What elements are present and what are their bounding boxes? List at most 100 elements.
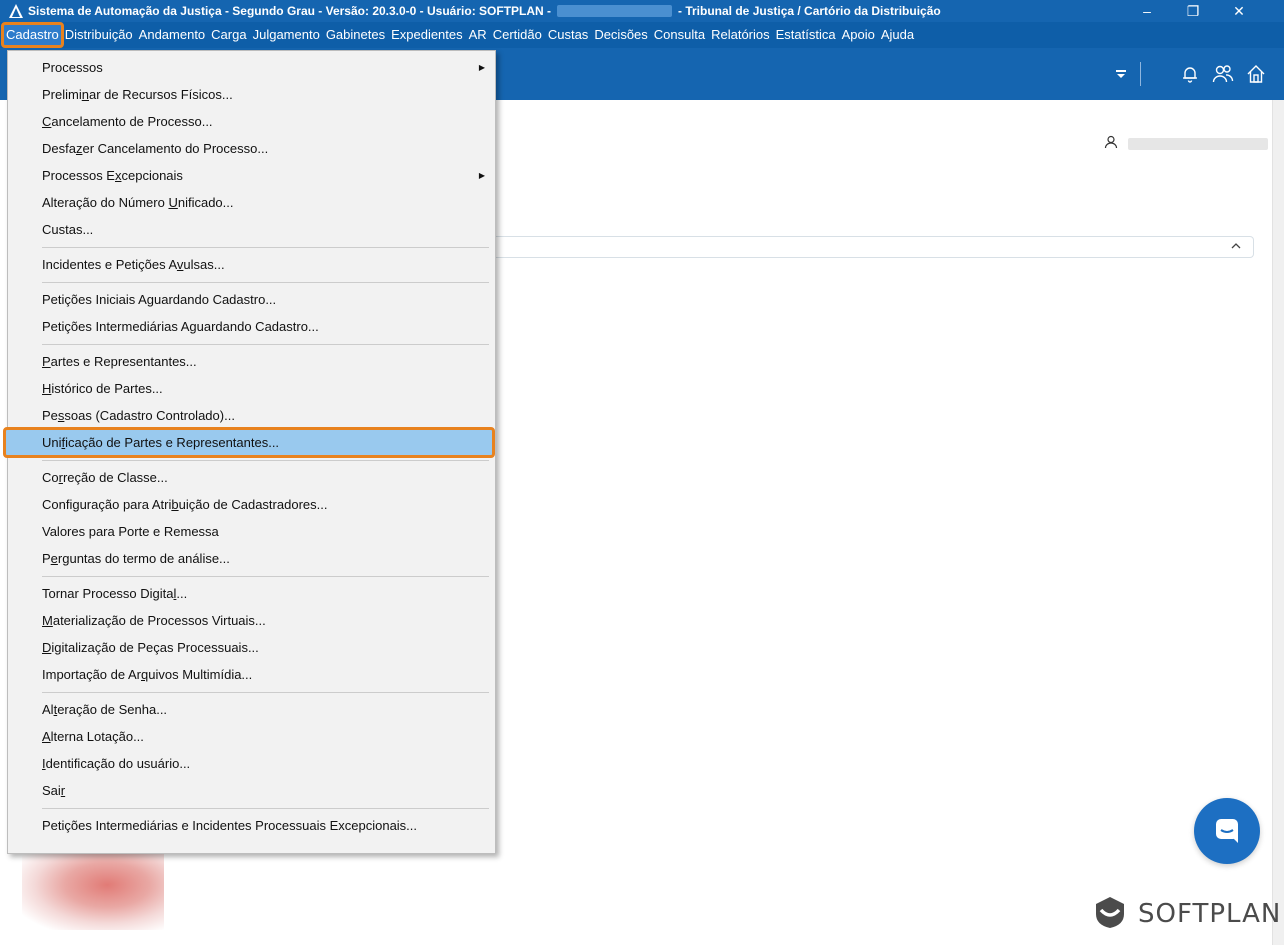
menu-separator — [42, 576, 489, 577]
maximize-button[interactable]: ❐ — [1170, 0, 1216, 22]
dropdown-item-label: Custas... — [42, 222, 94, 237]
dropdown-item-label-rest: ancelamento de Processo... — [51, 114, 213, 129]
submenu-arrow-icon: ▶ — [478, 63, 485, 72]
menu-relatorios[interactable]: Relatórios — [708, 24, 773, 46]
dropdown-item[interactable]: Valores para Porte e Remessa — [8, 518, 495, 545]
dropdown-item-label: Incidentes e Petições A — [42, 257, 177, 272]
dropdown-item-label-rest: rguntas do termo de análise... — [57, 551, 230, 566]
filter-icon[interactable] — [1109, 62, 1133, 86]
chevron-up-icon[interactable] — [1229, 239, 1243, 256]
dropdown-item-accelerator: H — [42, 381, 52, 396]
dropdown-item[interactable]: Custas... — [8, 216, 495, 243]
dropdown-item-label-rest: reção de Classe... — [62, 470, 168, 485]
dropdown-item-accelerator: g — [146, 292, 155, 307]
dropdown-item[interactable]: Cancelamento de Processo... — [8, 108, 495, 135]
dropdown-item[interactable]: Tornar Processo Digital... — [8, 580, 495, 607]
menu-custas[interactable]: Custas — [545, 24, 591, 46]
menu-certidao[interactable]: Certidão — [490, 24, 545, 46]
dropdown-item[interactable]: Preliminar de Recursos Físicos... — [8, 81, 495, 108]
dropdown-item[interactable]: Petições Intermediárias Aguardando Cadas… — [8, 313, 495, 340]
dropdown-item[interactable]: Alteração do Número Unificado... — [8, 189, 495, 216]
menu-separator — [42, 247, 489, 248]
window-titlebar: Sistema de Automação da Justiça - Segund… — [0, 0, 1284, 22]
menu-andamento[interactable]: Andamento — [136, 24, 209, 46]
home-icon[interactable] — [1244, 62, 1268, 86]
dropdown-item[interactable]: Sair — [8, 777, 495, 804]
menu-separator — [42, 460, 489, 461]
dropdown-item-label-rest: artes e Representantes... — [50, 354, 197, 369]
dropdown-item[interactable]: Incidentes e Petições Avulsas... — [8, 251, 495, 278]
dropdown-item-label-rest: uardando Cadastro... — [154, 292, 277, 307]
menu-separator — [42, 282, 489, 283]
bell-icon[interactable] — [1178, 62, 1202, 86]
menu-estatistica[interactable]: Estatística — [773, 24, 839, 46]
window-title-court: - Tribunal de Justiça / Cartório da Dist… — [678, 4, 941, 18]
menu-carga[interactable]: Carga — [208, 24, 249, 46]
dropdown-item-label: Petições Intermediárias Aguardando Cadas… — [42, 319, 319, 334]
toolbar-divider — [1140, 62, 1141, 86]
dropdown-item[interactable]: Pessoas (Cadastro Controlado)... — [8, 402, 495, 429]
dropdown-item[interactable]: Configuração para Atribuição de Cadastra… — [8, 491, 495, 518]
dropdown-item-label: P — [42, 551, 51, 566]
dropdown-item[interactable]: Petições Intermediárias e Incidentes Pro… — [8, 812, 495, 839]
dropdown-item[interactable]: Identificação do usuário... — [8, 750, 495, 777]
chat-button[interactable] — [1194, 798, 1260, 864]
dropdown-item[interactable]: Digitalização de Peças Processuais... — [8, 634, 495, 661]
menu-cadastro[interactable]: Cadastro — [1, 22, 64, 48]
dropdown-item[interactable]: Histórico de Partes... — [8, 375, 495, 402]
dropdown-item-accelerator: n — [81, 87, 89, 102]
dropdown-item-label: Prelimi — [42, 87, 82, 102]
dropdown-item[interactable]: Materialização de Processos Virtuais... — [8, 607, 495, 634]
vertical-scrollbar[interactable] — [1272, 100, 1284, 945]
dropdown-item[interactable]: Partes e Representantes... — [8, 348, 495, 375]
dropdown-item[interactable]: Importação de Arquivos Multimídia... — [8, 661, 495, 688]
dropdown-item[interactable]: Alterna Lotação... — [8, 723, 495, 750]
dropdown-item-label: Co — [42, 470, 59, 485]
dropdown-item-accelerator: C — [42, 114, 52, 129]
menu-decisoes[interactable]: Decisões — [591, 24, 650, 46]
dropdown-item-accelerator: e — [50, 551, 58, 566]
dropdown-item[interactable]: Perguntas do termo de análise... — [8, 545, 495, 572]
minimize-button[interactable]: – — [1124, 0, 1170, 22]
dropdown-item-label-rest: dentificação do usuário... — [45, 756, 191, 771]
redacted-user-name — [1128, 137, 1268, 150]
dropdown-item-label-rest: er Cancelamento do Processo... — [82, 141, 269, 156]
submenu-arrow-icon: ▶ — [478, 171, 485, 180]
dropdown-item-label-rest: ... — [176, 586, 188, 601]
users-icon[interactable] — [1211, 62, 1235, 86]
dropdown-item[interactable]: Processos Excepcionais ▶ — [8, 162, 495, 189]
close-button[interactable]: ✕ — [1216, 0, 1262, 22]
dropdown-item-label-rest: ulsas... — [183, 257, 225, 272]
dropdown-item-label-rest: lterna Lotação... — [50, 729, 144, 744]
dropdown-item-label: Pe — [42, 408, 58, 423]
dropdown-item-label-rest: soas (Cadastro Controlado)... — [64, 408, 235, 423]
blurred-image — [22, 848, 164, 930]
menu-ajuda[interactable]: Ajuda — [878, 24, 917, 46]
menu-separator — [42, 344, 489, 345]
cadastro-dropdown-menu: Processos ▶ Preliminar de Recursos Físicos… — [3, 50, 496, 854]
menu-distribuicao[interactable]: Distribuição — [62, 24, 136, 46]
dropdown-item-label-rest: nificado... — [177, 195, 234, 210]
dropdown-item[interactable]: Processos ▶ — [8, 54, 495, 81]
window-title: Sistema de Automação da Justiça - Segund… — [28, 4, 552, 18]
menu-gabinetes[interactable]: Gabinetes — [323, 24, 388, 46]
softplan-logo: SOFTPLAN — [1090, 892, 1281, 935]
dropdown-item[interactable]: Alteração de Senha... — [8, 696, 495, 723]
dropdown-item-label: Sai — [42, 783, 61, 798]
dropdown-item[interactable]: Correção de Classe... — [8, 464, 495, 491]
dropdown-item-label: Desfa — [42, 141, 76, 156]
user-icon — [1104, 135, 1118, 152]
dropdown-item-accelerator: r — [60, 783, 66, 798]
dropdown-item-label-rest: uição de Cadastradores... — [178, 497, 328, 512]
dropdown-item[interactable]: Petições Iniciais Aguardando Cadastro... — [8, 286, 495, 313]
menu-expedientes[interactable]: Expedientes — [388, 24, 466, 46]
menu-ar[interactable]: AR — [466, 24, 490, 46]
menu-apoio[interactable]: Apoio — [839, 24, 878, 46]
app-logo-icon — [8, 3, 24, 19]
menu-julgamento[interactable]: Julgamento — [250, 24, 323, 46]
menu-consulta[interactable]: Consulta — [651, 24, 708, 46]
dropdown-item[interactable]: Desfazer Cancelamento do Processo... — [8, 135, 495, 162]
collapsible-panel-header[interactable] — [496, 236, 1254, 258]
dropdown-item[interactable]: Unificação de Partes e Representantes... — [3, 427, 495, 458]
dropdown-item-label-rest: ar de Recursos Físicos... — [88, 87, 233, 102]
